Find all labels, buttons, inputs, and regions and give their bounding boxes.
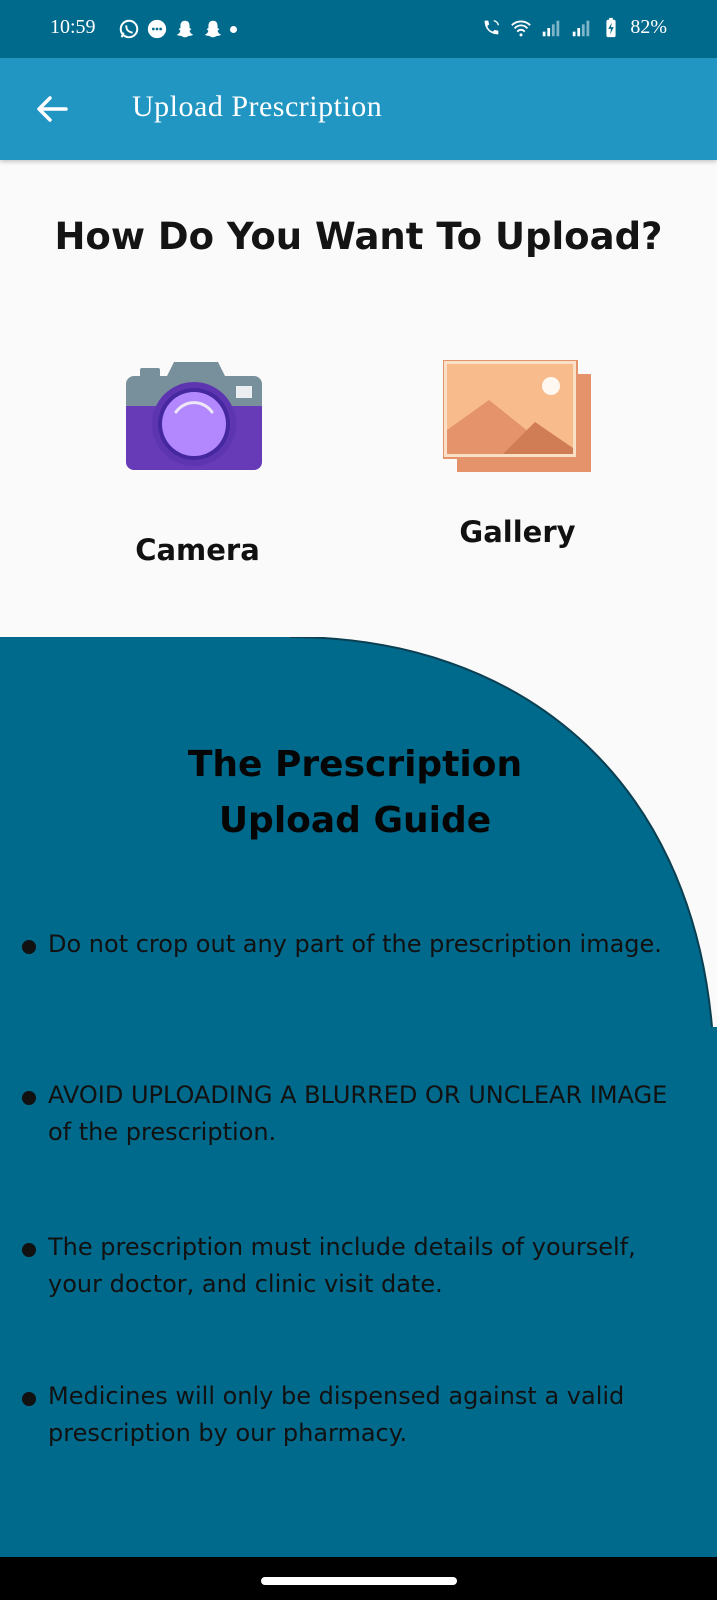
back-button[interactable]: [30, 87, 74, 131]
bullet-icon: [22, 940, 36, 954]
guide-item-text: Medicines will only be dispensed against…: [48, 1382, 625, 1447]
status-time: 10:59: [50, 16, 96, 38]
screen: 10:59 82% Upload Prescription How Do You…: [0, 0, 717, 1600]
arrow-left-icon: [37, 96, 68, 122]
bullet-icon: [22, 1243, 36, 1257]
home-gesture-handle[interactable]: [261, 1577, 457, 1585]
wifi-icon: [511, 20, 532, 36]
signal-icon: [543, 20, 560, 36]
app-bar: Upload Prescription: [0, 58, 717, 160]
guide-list-item: Do not crop out any part of the prescrip…: [22, 926, 672, 963]
more-notifications-dot-icon: [230, 25, 237, 33]
snapchat-icon: [176, 20, 194, 38]
guide-list-item: AVOID UPLOADING A BLURRED OR UNCLEAR IMA…: [22, 1077, 672, 1151]
snapchat-icon: [204, 20, 222, 38]
bullet-icon: [22, 1091, 36, 1105]
bullet-icon: [22, 1392, 36, 1406]
guide-list-item: Medicines will only be dispensed against…: [22, 1378, 672, 1452]
page-title: Upload Prescription: [132, 90, 383, 123]
gallery-label: Gallery: [459, 515, 576, 549]
system-icons: 82%: [480, 16, 667, 39]
gallery-icon: [443, 360, 591, 472]
battery-percentage: 82%: [630, 16, 667, 38]
guide-title-line: Upload Guide: [218, 800, 492, 841]
camera-option-button[interactable]: Camera: [110, 355, 285, 575]
whatsapp-icon: [119, 19, 139, 39]
message-icon: [147, 19, 167, 39]
gallery-option-button[interactable]: Gallery: [430, 355, 605, 565]
guide-item-text: Do not crop out any part of the prescrip…: [48, 930, 662, 958]
status-bar: 10:59 82%: [0, 0, 717, 58]
guide-item-text: AVOID UPLOADING A BLURRED OR UNCLEAR IMA…: [48, 1081, 668, 1146]
guide-list-item: The prescription must include details of…: [22, 1229, 672, 1303]
wifi-call-icon: [484, 19, 500, 34]
battery-charging-icon: [606, 17, 616, 37]
notification-icons: [118, 18, 237, 40]
signal-icon: [573, 20, 590, 36]
camera-label: Camera: [135, 533, 260, 567]
upload-guide-panel: The Prescription Upload Guide Do not cro…: [0, 637, 717, 1557]
upload-method-heading: How Do You Want To Upload?: [54, 215, 663, 258]
camera-icon: [126, 362, 262, 470]
guide-title: The Prescription Upload Guide: [0, 737, 710, 849]
guide-title-line: The Prescription: [187, 744, 523, 785]
system-navigation-bar: [0, 1557, 717, 1600]
guide-item-text: The prescription must include details of…: [48, 1233, 636, 1298]
